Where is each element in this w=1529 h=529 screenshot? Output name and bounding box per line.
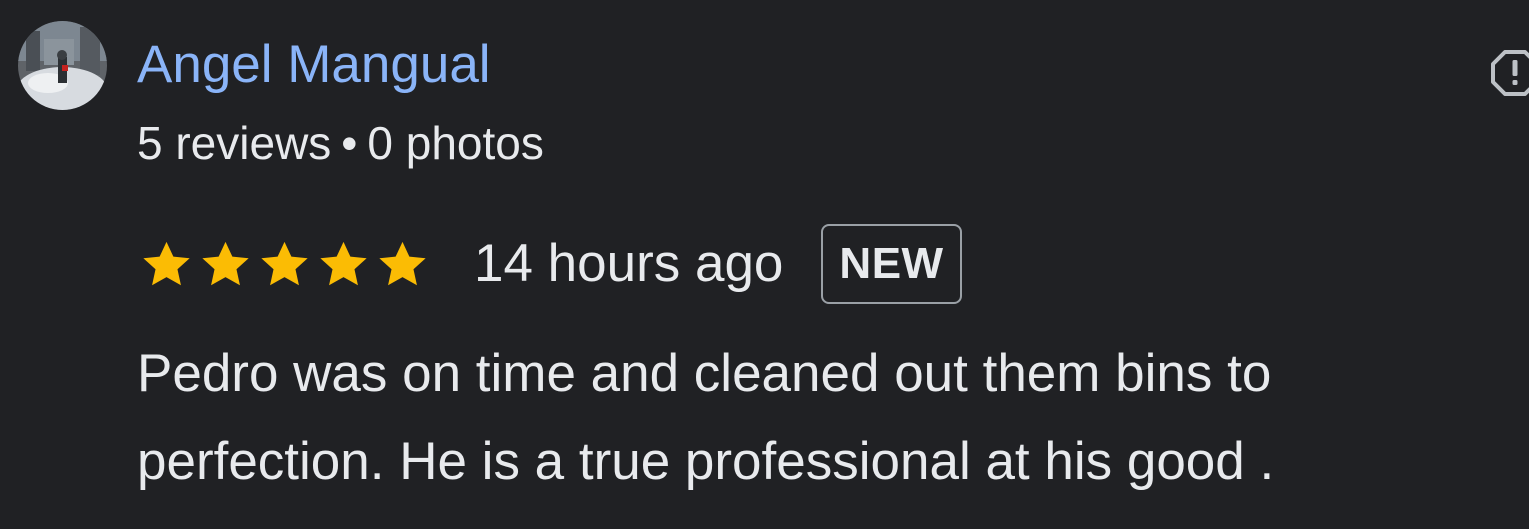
star-icon	[196, 236, 255, 292]
avatar-photo	[18, 21, 107, 110]
star-rating	[137, 236, 432, 292]
review-text-line: Pedro was on time and cleaned out them b…	[137, 344, 1272, 403]
review-time: 14 hours ago	[474, 233, 784, 293]
meta-separator: •	[341, 117, 358, 169]
reviews-count: 5 reviews	[137, 117, 332, 169]
star-icon	[137, 236, 196, 292]
reviewer-avatar[interactable]	[18, 21, 107, 110]
review-text-line: perfection. He is a true professional at…	[137, 432, 1275, 491]
reviewer-name-link[interactable]: Angel Mangual	[137, 30, 491, 100]
rating-row: 14 hours ago NEW	[137, 221, 962, 306]
report-icon[interactable]	[1491, 48, 1529, 96]
photos-count: 0 photos	[367, 117, 544, 169]
reviewer-meta: 5 reviews • 0 photos	[137, 113, 544, 173]
star-icon	[255, 236, 314, 292]
star-icon	[373, 236, 432, 292]
new-badge: NEW	[821, 223, 962, 304]
star-icon	[314, 236, 373, 292]
review-text: Pedro was on time and cleaned out them b…	[137, 330, 1507, 506]
